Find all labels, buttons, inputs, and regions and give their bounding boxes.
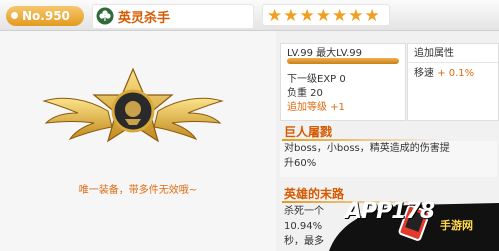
site-watermark: APP178 手游网: [299, 193, 499, 251]
skill-desc-line: 对boss，小boss，精英造成的伤害提: [284, 143, 450, 154]
level-text: LV.99 最大LV.99: [287, 48, 363, 59]
hero-name: 英灵杀手: [118, 11, 171, 26]
star-icon: ★: [315, 6, 331, 26]
winged-emblem-icon[interactable]: [38, 61, 228, 171]
attribute-name: 移速: [414, 68, 434, 79]
star-icon: ★: [267, 6, 283, 26]
star-icon: ★: [299, 6, 315, 26]
bonus-level-text: 追加等级 +1: [287, 102, 345, 113]
watermark-sub: 手游网: [440, 219, 473, 232]
skill-title: 巨人屠戮: [284, 125, 333, 139]
skill-desc-line: 升60%: [284, 158, 317, 169]
hero-number-badge: No.950: [6, 6, 84, 26]
star-icon: ★: [283, 6, 299, 26]
attribute-title: 追加属性: [414, 48, 454, 59]
level-panel: LV.99 最大LV.99 下一级EXP 0 负重 20 追加等级 +1: [280, 43, 406, 121]
level-progress-bar: [287, 58, 399, 64]
star-icon: ★: [332, 6, 348, 26]
clover-icon: [96, 7, 114, 25]
attribute-divider: [408, 62, 498, 63]
next-exp-text: 下一级EXP 0: [287, 74, 346, 85]
header-bar: No.950 英灵杀手 ★★★★★★★: [0, 0, 499, 31]
hero-name-box: [92, 4, 254, 29]
star-rating: ★★★★★★★: [262, 4, 390, 26]
attribute-value: 移速 + 0.1%: [414, 64, 474, 79]
equipment-display: 唯一装备，带多件无效哦~: [0, 31, 276, 251]
load-text: 负重 20: [287, 88, 323, 99]
attribute-amount: + 0.1%: [437, 68, 475, 79]
watermark-brand: APP178: [345, 199, 435, 224]
level-progress-fill: [287, 58, 399, 64]
skill-desc-box: 对boss，小boss，精英造成的伤害提 升60%: [280, 141, 497, 177]
attribute-panel: 追加属性 移速 + 0.1%: [407, 43, 499, 121]
star-icon: ★: [348, 6, 364, 26]
star-icon: ★: [364, 6, 380, 26]
equipment-caption: 唯一装备，带多件无效哦~: [78, 185, 198, 196]
